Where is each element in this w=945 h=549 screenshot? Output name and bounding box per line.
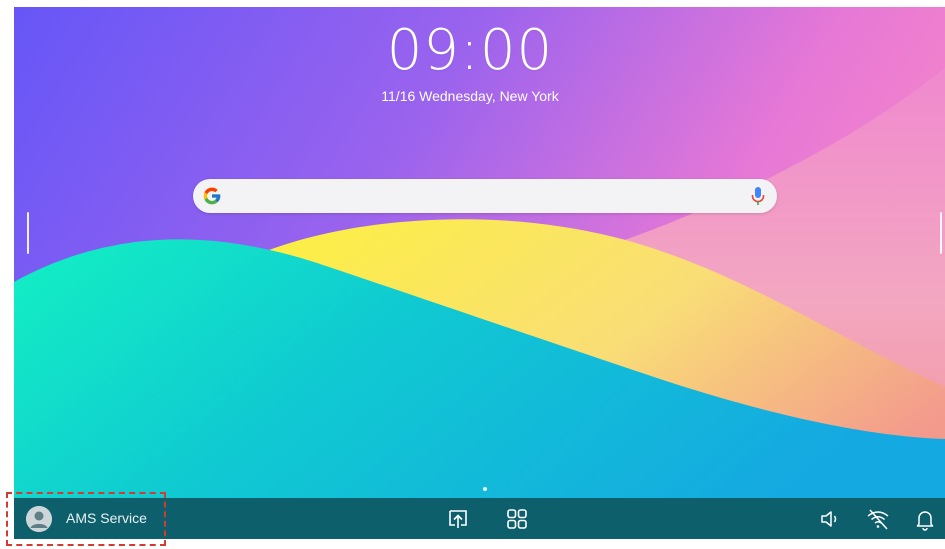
google-search-bar[interactable] — [193, 179, 777, 213]
google-g-icon — [203, 187, 221, 205]
user-account-highlight — [6, 492, 166, 546]
left-edge-handle[interactable] — [27, 212, 29, 254]
right-edge-handle[interactable] — [940, 212, 942, 254]
home-screen — [14, 7, 945, 539]
wallpaper — [14, 7, 945, 539]
wifi-off-icon[interactable] — [865, 506, 891, 532]
volume-icon[interactable] — [818, 506, 844, 532]
lockscreen-time: 09:00 — [386, 18, 554, 83]
notification-bell-icon[interactable] — [912, 506, 938, 532]
lockscreen-date: 11/16 Wednesday, New York — [381, 88, 559, 104]
screen-share-icon[interactable] — [445, 506, 471, 532]
page-indicator — [483, 487, 487, 491]
apps-grid-icon[interactable] — [504, 506, 530, 532]
microphone-icon[interactable] — [751, 187, 765, 205]
